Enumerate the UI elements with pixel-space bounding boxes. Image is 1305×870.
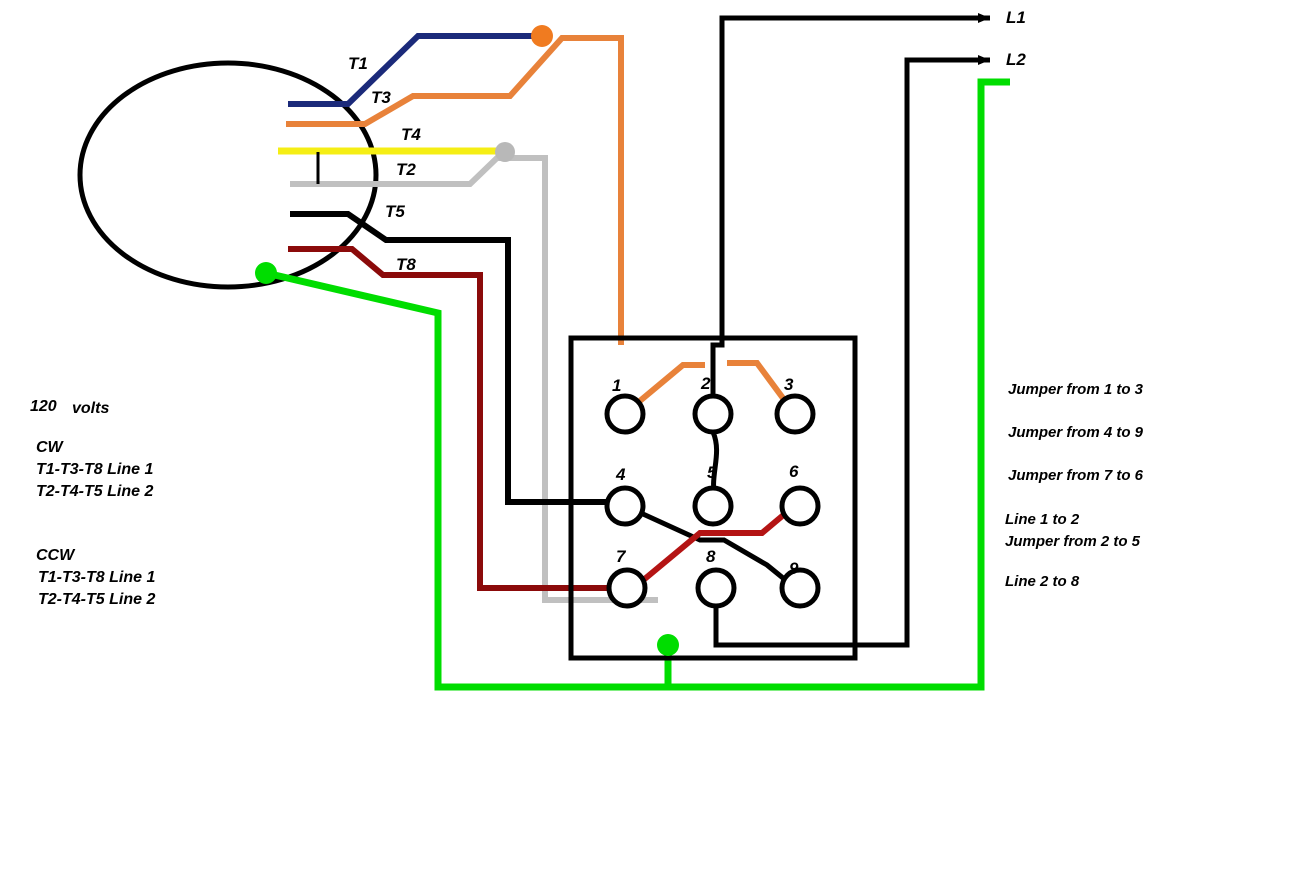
note-line-2-to-8: Line 2 to 8: [1005, 573, 1080, 590]
l2-arrow-head: [978, 55, 990, 65]
terminal-number-3: 3: [784, 375, 794, 394]
cw-line-2: T2-T4-T5 Line 2: [36, 483, 154, 500]
terminal-circle-4[interactable]: [604, 485, 646, 527]
terminal-number-9: 9: [789, 559, 799, 578]
terminal-number-2: 2: [701, 374, 711, 393]
ccw-line-2: T2-T4-T5 Line 2: [38, 591, 156, 608]
terminal-number-7: 7: [616, 547, 626, 566]
lead-label-t5: T5: [385, 202, 405, 221]
junction-dot-orange-t1-t3: [531, 25, 553, 47]
ground-dot-motor: [255, 262, 277, 284]
note-jumper-4-to-9: Jumper from 4 to 9: [1008, 424, 1144, 441]
lead-label-t4: T4: [401, 125, 421, 144]
note-jumper-1-to-3: Jumper from 1 to 3: [1008, 381, 1144, 398]
note-jumper-2-to-5: Jumper from 2 to 5: [1005, 533, 1141, 550]
terminal-circles: [604, 393, 821, 609]
terminal-number-4: 4: [616, 465, 626, 484]
wire-t2-gray: [290, 155, 658, 603]
junction-dot-gray-t4-t2: [495, 142, 515, 162]
terminal-number-6: 6: [789, 462, 799, 481]
terminal-circle-6[interactable]: [779, 485, 821, 527]
ccw-line-1: T1-T3-T8 Line 1: [38, 569, 156, 586]
wiring-diagram-canvas: T1 T3 T4 T2 T5 T8 L1 L2 1 2 3 4 5 6 7 8 …: [0, 0, 1305, 870]
cw-line-1: T1-T3-T8 Line 1: [36, 461, 154, 478]
note-jumper-7-to-6: Jumper from 7 to 6: [1008, 467, 1144, 484]
lead-label-t1: T1: [348, 54, 368, 73]
lead-label-t2: T2: [396, 160, 416, 179]
lead-label-t3: T3: [371, 88, 391, 107]
wire-t5-black: [290, 211, 625, 505]
wire-t3-orange: [286, 35, 624, 345]
supply-label-l1: L1: [1006, 8, 1026, 27]
supply-label-l2: L2: [1006, 50, 1026, 69]
terminal-circle-8[interactable]: [695, 567, 737, 609]
terminal-circle-2[interactable]: [692, 393, 734, 435]
l1-arrow-head: [978, 13, 990, 23]
terminal-number-1: 1: [612, 376, 622, 395]
terminal-circle-1[interactable]: [604, 393, 646, 435]
terminal-circle-5[interactable]: [692, 485, 734, 527]
terminal-circle-9[interactable]: [779, 567, 821, 609]
wire-l1-black: [710, 15, 990, 414]
terminal-number-5: 5: [707, 463, 717, 482]
rotation-heading-ccw: CCW: [36, 547, 75, 564]
terminal-circle-7[interactable]: [606, 567, 648, 609]
wire-t8-red: [288, 246, 625, 591]
rotation-heading-cw: CW: [36, 439, 63, 456]
voltage-value: 120: [30, 398, 57, 415]
voltage-unit: volts: [72, 400, 110, 417]
lead-label-t8: T8: [396, 255, 416, 274]
note-line-1-to-2: Line 1 to 2: [1005, 511, 1080, 528]
terminal-circle-3[interactable]: [774, 393, 816, 435]
wire-ground-motor: [265, 269, 668, 691]
motor-body: [77, 60, 379, 290]
terminal-number-8: 8: [706, 547, 716, 566]
ground-dot-block: [657, 634, 679, 656]
